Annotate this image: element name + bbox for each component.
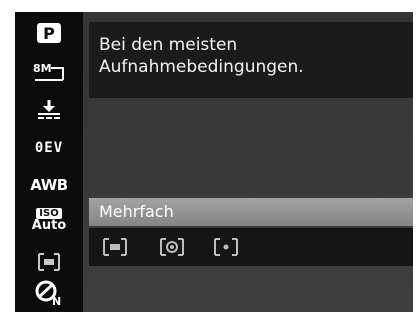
- sidebar-item-quality[interactable]: [15, 95, 83, 125]
- multi-metering-icon: [103, 238, 127, 256]
- sidebar-item-exposure[interactable]: 0EV: [15, 133, 83, 163]
- metering-options-bar: [89, 228, 413, 266]
- spot-metering-icon: [214, 238, 238, 256]
- quality-icon: [38, 100, 60, 119]
- resolution-8m-icon: 8M: [33, 62, 64, 81]
- svg-text:P: P: [43, 24, 55, 43]
- sidebar-item-metering[interactable]: [15, 247, 83, 277]
- description-line-2: Aufnahmebedingungen.: [99, 57, 304, 77]
- color-mode-icon: N: [35, 280, 61, 307]
- metering-icon: [38, 253, 60, 271]
- selected-mode-label: Mehrfach: [99, 202, 174, 221]
- center-weighted-metering-icon: [160, 238, 184, 256]
- svg-text:N: N: [52, 295, 61, 307]
- selected-mode-bar: Mehrfach: [89, 198, 413, 226]
- sidebar: P 8M 0EV AWB ISO Auto N: [15, 12, 83, 312]
- description-box: Bei den meisten Aufnahmebedingungen.: [89, 22, 413, 98]
- description-line-1: Bei den meisten: [99, 35, 238, 55]
- sidebar-item-white-balance[interactable]: AWB: [15, 170, 83, 200]
- camera-menu-screen: P 8M 0EV AWB ISO Auto N Bei den meisten …: [15, 12, 413, 312]
- program-mode-icon: P: [37, 23, 61, 43]
- sidebar-item-resolution[interactable]: 8M: [15, 57, 83, 87]
- main-panel: Bei den meisten Aufnahmebedingungen. Meh…: [83, 12, 413, 312]
- option-multi-metering[interactable]: [99, 232, 131, 262]
- exposure-compensation-icon: 0EV: [34, 140, 64, 156]
- white-balance-icon: AWB: [30, 176, 68, 194]
- description-text: Bei den meisten Aufnahmebedingungen.: [99, 34, 399, 78]
- option-center-weighted-metering[interactable]: [156, 232, 188, 262]
- svg-text:8M: 8M: [33, 62, 52, 75]
- sidebar-item-iso[interactable]: ISO Auto: [15, 205, 83, 235]
- iso-auto-icon: ISO Auto: [31, 207, 67, 233]
- sidebar-item-program-mode[interactable]: P: [15, 18, 83, 48]
- option-spot-metering[interactable]: [210, 232, 242, 262]
- sidebar-item-color-mode[interactable]: N: [15, 278, 83, 308]
